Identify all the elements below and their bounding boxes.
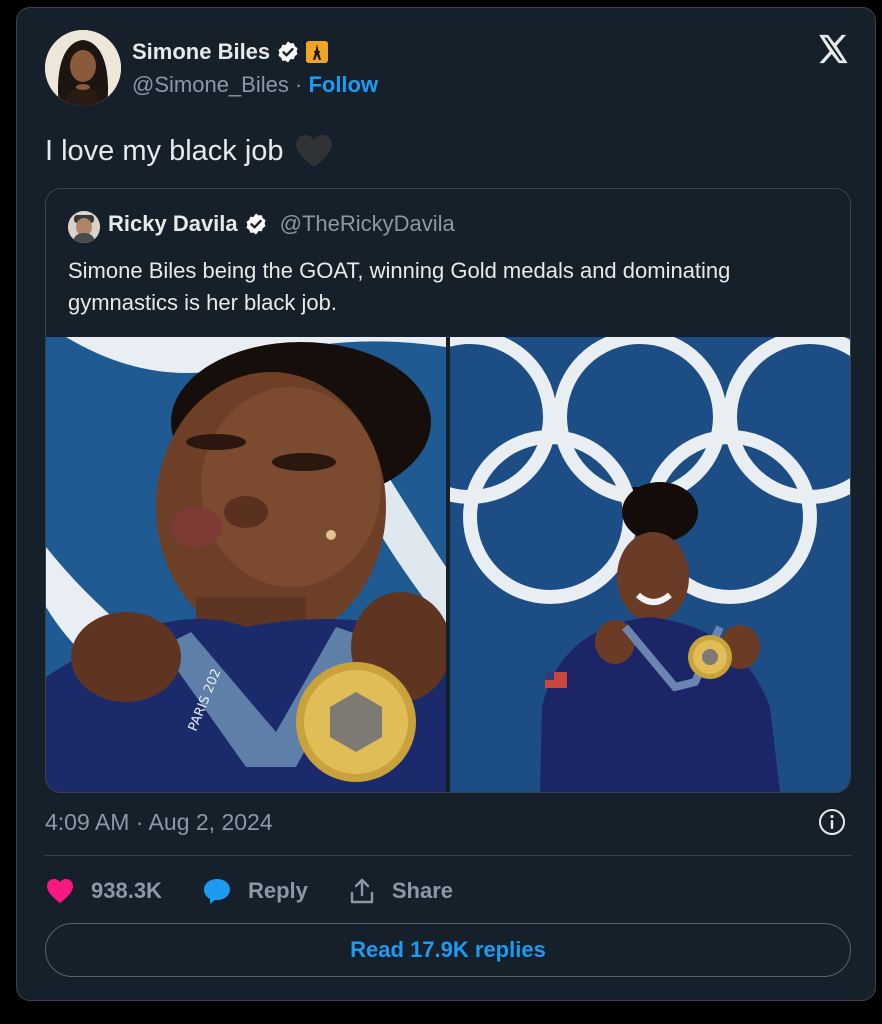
quoted-author-handle[interactable]: @TheRickyDavila xyxy=(280,211,455,237)
action-bar: 938.3K Reply Share xyxy=(45,874,493,908)
reply-label: Reply xyxy=(247,878,308,903)
separator: · xyxy=(294,72,303,97)
author-handle[interactable]: @Simone_Biles xyxy=(132,72,289,97)
black-heart-icon xyxy=(295,135,332,167)
info-icon[interactable] xyxy=(817,807,847,837)
tweet-card: Simone Biles @Simone_Biles · Follow I lo… xyxy=(16,7,876,1001)
tweet-text: I love my black job xyxy=(45,133,334,169)
reply-button[interactable]: Reply xyxy=(202,877,308,905)
author-handle-row: @Simone_Biles · Follow xyxy=(132,72,378,98)
photo-olympic-rings[interactable] xyxy=(450,337,850,792)
tweet-text-content: I love my black job xyxy=(45,134,284,167)
share-label: Share xyxy=(391,878,454,903)
author-avatar[interactable] xyxy=(45,30,121,106)
author-name-row[interactable]: Simone Biles xyxy=(132,39,329,65)
share-button[interactable]: Share xyxy=(348,877,453,905)
follow-button[interactable]: Follow xyxy=(308,72,378,97)
photo-closeup[interactable]: PARIS 202 xyxy=(46,337,446,792)
quoted-text: Simone Biles being the GOAT, winning Gol… xyxy=(68,258,731,315)
eiffel-tower-icon xyxy=(306,41,329,63)
verified-badge-icon xyxy=(278,41,298,63)
quoted-author-name[interactable]: Ricky Davila xyxy=(108,211,238,237)
reply-bubble-icon xyxy=(203,879,230,904)
x-logo-icon[interactable] xyxy=(815,32,849,66)
divider xyxy=(45,855,851,856)
heart-icon xyxy=(47,879,73,903)
like-count: 938.3K xyxy=(91,878,162,903)
quoted-author-avatar[interactable] xyxy=(68,211,100,243)
author-name[interactable]: Simone Biles xyxy=(132,39,270,65)
quoted-header: Ricky Davila @TheRickyDavila xyxy=(108,211,455,237)
share-icon xyxy=(350,878,374,904)
quoted-verified-badge-icon xyxy=(246,213,266,235)
read-replies-button[interactable]: Read 17.9K replies xyxy=(45,923,851,977)
like-button[interactable]: 938.3K xyxy=(45,877,162,905)
tweet-timestamp[interactable]: 4:09 AM · Aug 2, 2024 xyxy=(45,809,273,836)
quoted-media[interactable]: PARIS 202 xyxy=(46,337,850,792)
quoted-tweet[interactable]: Ricky Davila @TheRickyDavila Simone Bile… xyxy=(45,188,851,793)
